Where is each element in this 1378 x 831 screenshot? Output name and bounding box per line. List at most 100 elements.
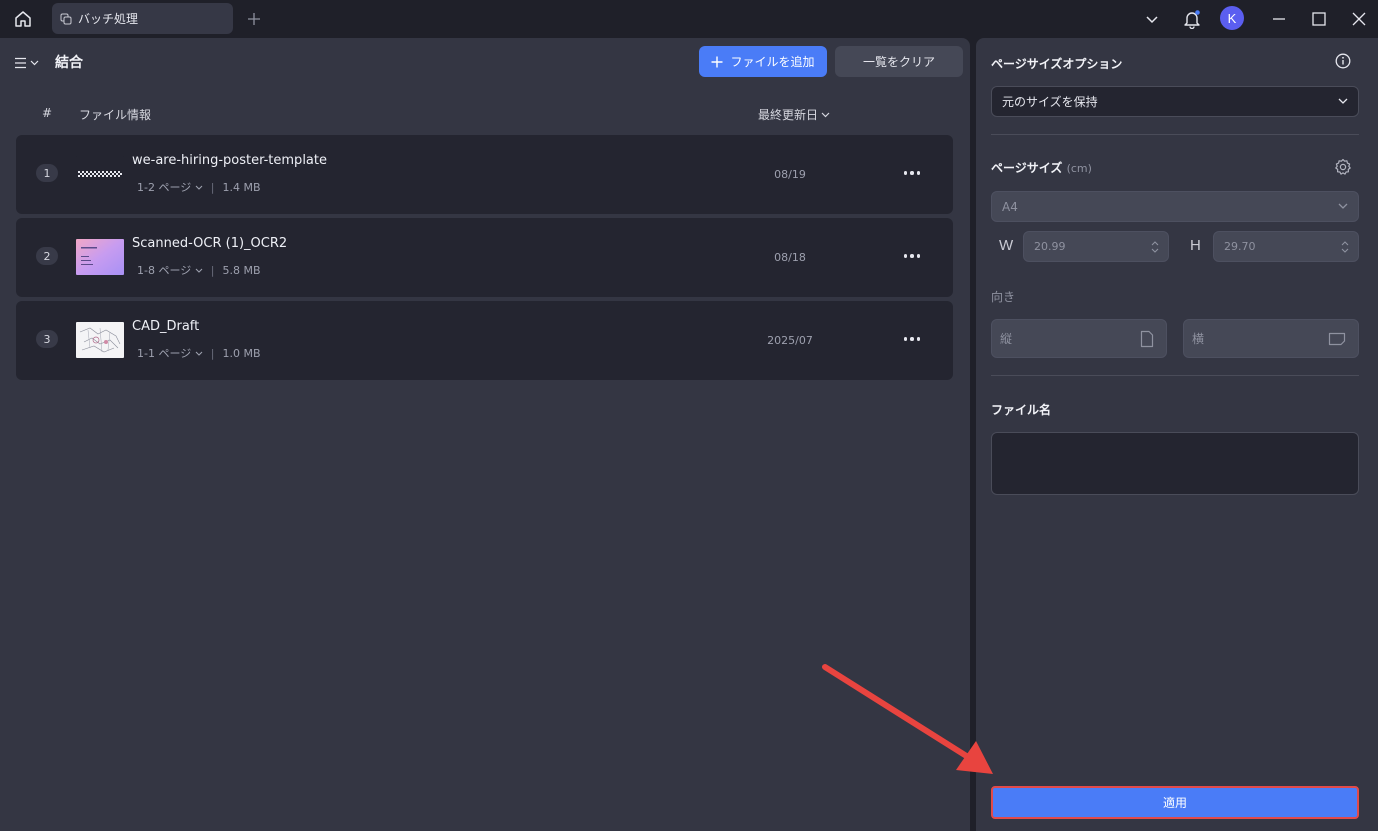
width-input: 20.99	[1023, 231, 1169, 262]
list-menu-button[interactable]	[14, 54, 44, 72]
page-range: 1-2 ページ	[137, 181, 192, 194]
file-size: 1.0 MB	[222, 346, 261, 360]
paper-size-select: A4	[991, 191, 1359, 222]
page-size-title-text: ページサイズ	[991, 161, 1063, 175]
column-file-info: ファイル情報	[79, 108, 152, 122]
tab-label: バッチ処理	[78, 12, 139, 26]
chevron-down-icon	[30, 60, 39, 66]
column-last-modified-label: 最終更新日	[758, 108, 819, 122]
stepper-icon	[1151, 241, 1159, 253]
file-date: 2025/07	[767, 334, 813, 347]
bell-icon	[1184, 10, 1200, 29]
meta-separator: |	[210, 180, 215, 194]
file-row[interactable]: 1 we-are-hiring-poster-template 1-2 ページ …	[16, 135, 953, 214]
file-name: Scanned-OCR (1)_OCR2	[132, 236, 288, 251]
chevron-down-icon	[1338, 98, 1348, 104]
maximize-icon	[1312, 12, 1326, 26]
chevron-down-icon	[1338, 203, 1348, 209]
file-row[interactable]: 3 CAD_Draft 1-1 ページ | 1.0 MB 2025/07	[16, 301, 953, 380]
page-size-title: ページサイズ (cm)	[991, 159, 1092, 176]
file-date: 08/18	[774, 251, 806, 264]
height-value: 29.70	[1224, 240, 1256, 253]
stepper-icon	[1341, 241, 1349, 253]
landscape-label: 横	[1192, 332, 1205, 346]
add-file-label: ファイルを追加	[730, 55, 815, 69]
file-date: 08/19	[774, 168, 806, 181]
file-name: CAD_Draft	[132, 319, 200, 334]
portrait-label: 縦	[1000, 332, 1013, 346]
meta-separator: |	[210, 346, 215, 360]
page-range-select[interactable]: 1-8 ページ	[137, 262, 203, 278]
file-thumbnail	[76, 322, 124, 358]
more-icon	[903, 254, 908, 258]
dropdown-button[interactable]	[1142, 0, 1162, 38]
avatar[interactable]: K	[1220, 6, 1244, 30]
clear-list-button[interactable]: 一覧をクリア	[835, 46, 963, 77]
file-size: 5.8 MB	[222, 263, 261, 277]
portrait-icon	[1140, 330, 1154, 347]
minimize-icon	[1273, 18, 1285, 20]
row-number: 2	[36, 247, 58, 265]
landscape-button: 横	[1183, 319, 1359, 358]
file-thumbnail	[76, 156, 124, 192]
meta-separator: |	[210, 263, 215, 277]
more-options-button[interactable]	[900, 163, 924, 183]
chevron-down-icon	[821, 112, 830, 117]
row-number: 1	[36, 164, 58, 182]
file-meta: 1-8 ページ | 5.8 MB	[137, 262, 261, 278]
chevron-down-icon	[1146, 16, 1158, 24]
orientation-label: 向き	[991, 290, 1016, 304]
home-icon	[15, 11, 31, 27]
batch-icon	[60, 13, 72, 24]
title-bar: バッチ処理 K	[0, 0, 1378, 38]
more-options-button[interactable]	[900, 329, 924, 349]
page-size-options-title: ページサイズオプション	[991, 57, 1123, 71]
more-icon	[903, 171, 908, 175]
file-meta: 1-1 ページ | 1.0 MB	[137, 345, 261, 361]
notification-button[interactable]	[1181, 0, 1203, 38]
file-name: we-are-hiring-poster-template	[132, 153, 327, 168]
menu-icon	[15, 57, 26, 69]
tab-batch-process[interactable]: バッチ処理	[52, 3, 233, 34]
page-size-unit: (cm)	[1066, 162, 1092, 175]
more-icon	[903, 337, 908, 341]
file-name-title: ファイル名	[991, 403, 1052, 417]
maximize-button[interactable]	[1308, 0, 1330, 38]
plus-icon	[711, 56, 723, 67]
file-meta: 1-2 ページ | 1.4 MB	[137, 179, 261, 195]
column-number: #	[42, 106, 53, 120]
new-tab-button[interactable]	[243, 8, 265, 30]
row-number: 3	[36, 330, 58, 348]
landscape-icon	[1328, 332, 1346, 345]
minimize-button[interactable]	[1268, 0, 1290, 38]
close-button[interactable]	[1348, 0, 1370, 38]
page-range-select[interactable]: 1-1 ページ	[137, 345, 203, 361]
close-icon	[1352, 12, 1366, 26]
chevron-down-icon	[195, 185, 203, 190]
more-options-button[interactable]	[900, 246, 924, 266]
column-last-modified[interactable]: 最終更新日	[758, 106, 830, 123]
chevron-down-icon	[195, 351, 203, 356]
info-icon[interactable]	[1335, 53, 1351, 69]
height-label: H	[1190, 237, 1201, 254]
file-row[interactable]: 2 Scanned-OCR (1)_OCR2 1-8 ページ | 5.8 MB …	[16, 218, 953, 297]
add-file-button[interactable]: ファイルを追加	[699, 46, 827, 77]
divider	[991, 375, 1359, 376]
settings-panel: ページサイズオプション 元のサイズを保持 ページサイズ (cm) A4 W 20…	[976, 38, 1378, 831]
gear-icon[interactable]	[1334, 158, 1352, 176]
divider	[991, 134, 1359, 135]
file-name-input[interactable]	[991, 432, 1359, 495]
file-size: 1.4 MB	[222, 180, 261, 194]
page-range: 1-8 ページ	[137, 264, 192, 277]
width-label: W	[999, 237, 1014, 254]
page-range-select[interactable]: 1-2 ページ	[137, 179, 203, 195]
page-range: 1-1 ページ	[137, 347, 192, 360]
file-thumbnail	[76, 239, 124, 275]
apply-button[interactable]: 適用	[991, 786, 1359, 819]
panel-title: 結合	[55, 55, 83, 71]
width-value: 20.99	[1034, 240, 1066, 253]
paper-size-value: A4	[1002, 199, 1018, 214]
page-size-option-select[interactable]: 元のサイズを保持	[991, 86, 1359, 117]
home-button[interactable]	[10, 7, 36, 31]
plus-icon	[248, 13, 260, 25]
